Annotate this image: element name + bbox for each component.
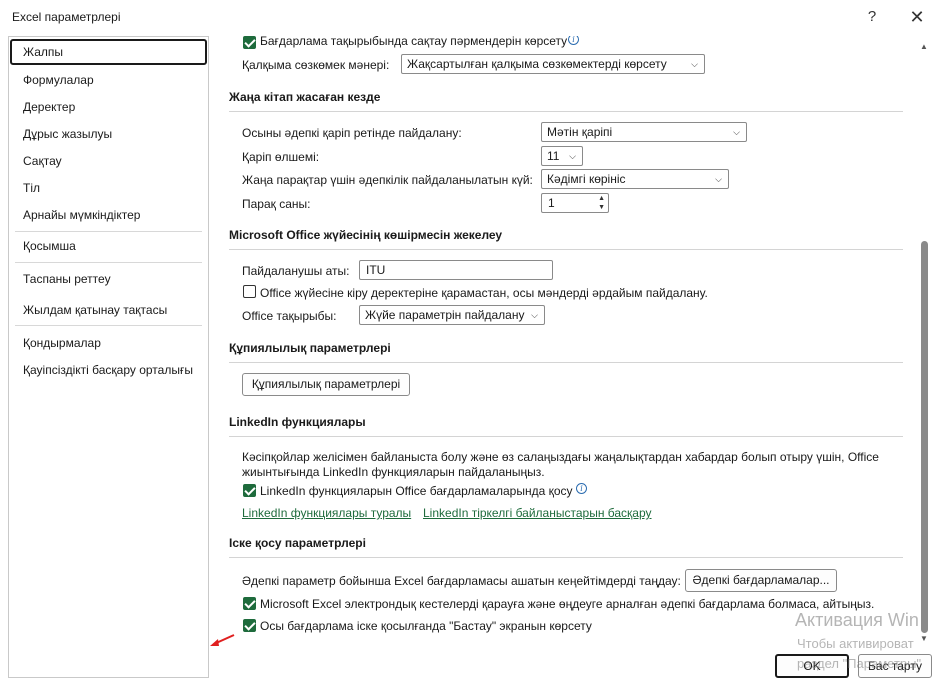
- vertical-scrollbar[interactable]: ▲ ▼: [918, 36, 930, 643]
- section-divider: [229, 557, 903, 558]
- default-font-value: Мәтін қаріпі: [547, 125, 613, 139]
- font-size-label: Қаріп өлшемі:: [242, 150, 320, 164]
- section-title-startup: Іске қосу параметрлері: [229, 536, 366, 550]
- linkedin-enable-checkbox[interactable]: [243, 484, 256, 497]
- close-icon[interactable]: ✕: [903, 6, 931, 28]
- scroll-down-icon[interactable]: ▼: [920, 634, 928, 643]
- chevron-down-icon: ⌵: [569, 151, 576, 161]
- sidebar-item-quick-access-toolbar[interactable]: Жылдам қатынау тақтасы: [10, 297, 207, 323]
- office-theme-value: Жүйе параметрін пайдалану: [365, 308, 525, 322]
- tooltip-style-label: Қалқыма сөзкөмек мәнері:: [242, 58, 390, 72]
- linkedin-description-line1: Кәсіпқойлар желісімен байланыста болу жә…: [242, 450, 879, 464]
- sidebar-item-formulas[interactable]: Формулалар: [10, 67, 207, 93]
- office-theme-label: Office тақырыбы:: [242, 309, 337, 323]
- username-input[interactable]: ITU: [359, 260, 553, 280]
- info-icon: i: [576, 483, 587, 494]
- font-size-value: 11: [547, 149, 560, 163]
- sidebar-divider: [15, 262, 202, 263]
- default-font-select[interactable]: Мәтін қаріпі ⌵: [541, 122, 747, 142]
- chevron-down-icon: ⌵: [531, 310, 538, 320]
- username-label: Пайдаланушы аты:: [242, 264, 350, 278]
- activation-watermark-line1: Активация Win: [795, 610, 919, 630]
- sidebar-item-advanced[interactable]: Қосымша: [10, 233, 207, 259]
- scroll-up-icon[interactable]: ▲: [920, 42, 928, 51]
- tooltip-style-value: Жақсартылған қалқыма сөзкөмектерді көрсе…: [407, 57, 667, 71]
- options-content-panel: Бағдарлама тақырыбында сақтау пәрмендері…: [215, 36, 915, 643]
- show-start-screen-checkbox[interactable]: [243, 619, 256, 632]
- info-icon: i: [568, 36, 579, 45]
- sheet-count-spinner[interactable]: 1 ▲ ▼: [541, 193, 609, 213]
- show-feature-names-label: Бағдарлама тақырыбында сақтау пәрмендері…: [260, 36, 568, 48]
- activation-watermark-line2: Чтобы активироват: [797, 636, 914, 651]
- section-divider: [229, 436, 903, 437]
- window-title: Excel параметрлері: [12, 10, 121, 24]
- default-programs-button[interactable]: Әдепкі бағдарламалар...: [685, 569, 837, 592]
- section-title-personalize: Microsoft Office жүйесінің көшірмесін же…: [229, 228, 503, 242]
- sidebar-item-trust-center[interactable]: Қауіпсіздікті басқару орталығы: [10, 357, 207, 383]
- sidebar-item-general[interactable]: Жалпы: [10, 39, 207, 65]
- sidebar-item-save[interactable]: Сақтау: [10, 148, 207, 174]
- red-arrow-icon: [210, 634, 235, 646]
- sidebar-item-customize-ribbon[interactable]: Таспаны реттеу: [10, 266, 207, 292]
- section-divider: [229, 249, 903, 250]
- always-use-values-label: Office жүйесіне кіру деректеріне қарамас…: [260, 286, 708, 300]
- section-title-linkedin: LinkedIn функциялары: [229, 415, 366, 429]
- sidebar-divider: [15, 325, 202, 326]
- section-divider: [229, 111, 903, 112]
- linkedin-manage-link[interactable]: LinkedIn тіркелгі байланыстарын басқару: [423, 506, 652, 520]
- sidebar-item-data[interactable]: Деректер: [10, 94, 207, 120]
- sheet-count-label: Парақ саны:: [242, 197, 311, 211]
- tooltip-style-select[interactable]: Жақсартылған қалқыма сөзкөмектерді көрсе…: [401, 54, 705, 74]
- font-size-select[interactable]: 11 ⌵: [541, 146, 583, 166]
- linkedin-description-line2: жиынтығында LinkedIn функцияларын пайдал…: [242, 465, 545, 479]
- default-font-label: Осыны әдепкі қаріп ретінде пайдалану:: [242, 126, 462, 140]
- sheet-count-value: 1: [548, 196, 555, 210]
- linkedin-enable-label: LinkedIn функцияларын Office бағдарламал…: [260, 484, 573, 498]
- office-theme-select[interactable]: Жүйе параметрін пайдалану ⌵: [359, 305, 545, 325]
- sidebar-nav: Жалпы Формулалар Деректер Дұрыс жазылуы …: [8, 36, 209, 678]
- show-start-screen-label: Осы бағдарлама іске қосылғанда "Бастау" …: [260, 619, 592, 633]
- chevron-down-icon: ⌵: [733, 127, 740, 137]
- help-icon[interactable]: ?: [858, 6, 886, 28]
- title-bar: Excel параметрлері ? ✕: [0, 0, 940, 34]
- default-view-value: Кәдімгі көрініс: [547, 172, 626, 186]
- sidebar-item-addins[interactable]: Қондырмалар: [10, 330, 207, 356]
- sidebar-item-language[interactable]: Тіл: [10, 175, 207, 201]
- section-title-new-workbook: Жаңа кітап жасаған кезде: [229, 90, 381, 104]
- sidebar-item-proofing[interactable]: Дұрыс жазылуы: [10, 121, 207, 147]
- linkedin-about-link[interactable]: LinkedIn функциялары туралы: [242, 506, 411, 520]
- scrollbar-thumb[interactable]: [921, 241, 928, 633]
- tell-me-default-label: Microsoft Excel электрондық кестелерді қ…: [260, 597, 875, 611]
- spinner-arrows-icon[interactable]: ▲ ▼: [598, 194, 605, 212]
- default-view-label: Жаңа парақтар үшін әдепкілік пайдаланыла…: [242, 173, 533, 187]
- chevron-down-icon: ⌵: [691, 59, 698, 69]
- default-view-select[interactable]: Кәдімгі көрініс ⌵: [541, 169, 729, 189]
- section-title-privacy: Құпиялылық параметрлері: [229, 341, 391, 355]
- sidebar-item-accessibility[interactable]: Арнайы мүмкіндіктер: [10, 202, 207, 228]
- sidebar-divider: [15, 231, 202, 232]
- tell-me-default-checkbox[interactable]: [243, 597, 256, 610]
- activation-watermark-line3: раздел "Параметры": [797, 656, 922, 671]
- always-use-values-checkbox[interactable]: [243, 285, 256, 298]
- section-divider: [229, 362, 903, 363]
- default-programs-label: Әдепкі параметр бойынша Excel бағдарлама…: [242, 574, 681, 588]
- show-feature-names-checkbox[interactable]: [243, 36, 256, 49]
- privacy-settings-button[interactable]: Құпиялылық параметрлері: [242, 373, 410, 396]
- chevron-down-icon: ⌵: [715, 174, 722, 184]
